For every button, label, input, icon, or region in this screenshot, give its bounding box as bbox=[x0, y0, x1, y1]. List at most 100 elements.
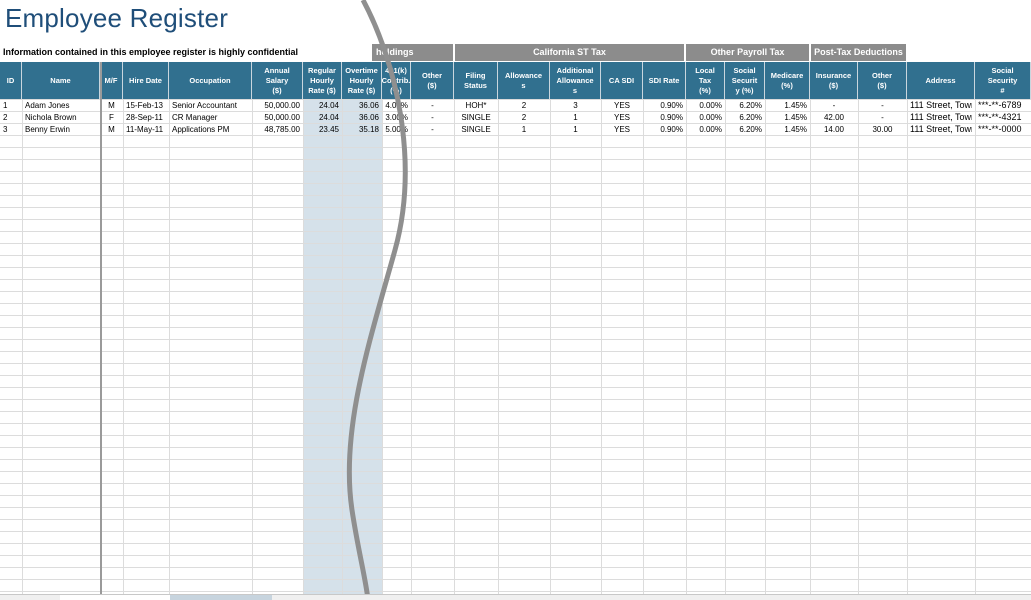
cell-other2[interactable]: - bbox=[861, 100, 904, 111]
cell-hire[interactable]: 15-Feb-13 bbox=[126, 100, 166, 111]
column-header-rate[interactable]: Regular Hourly Rate ($) bbox=[303, 62, 342, 99]
cell-filing[interactable]: SINGLE bbox=[457, 112, 495, 123]
cell-casdi[interactable]: YES bbox=[604, 112, 640, 123]
cell-occ[interactable]: Senior Accountant bbox=[172, 100, 249, 111]
cell-allow[interactable]: 2 bbox=[501, 112, 547, 123]
cell-k401[interactable]: 5.00% bbox=[385, 124, 408, 135]
row-gridline bbox=[0, 567, 1031, 568]
column-header-hire[interactable]: Hire Date bbox=[123, 62, 169, 99]
cell-ot[interactable]: 36.06 bbox=[345, 100, 379, 111]
cell-id[interactable]: 2 bbox=[3, 112, 19, 123]
column-header-addallow[interactable]: Additional Allowance s bbox=[550, 62, 601, 99]
cell-ot[interactable]: 36.06 bbox=[345, 112, 379, 123]
cell-k401[interactable]: 4.00% bbox=[385, 100, 408, 111]
cell-other1[interactable]: - bbox=[414, 124, 451, 135]
cell-sdirate[interactable]: 0.90% bbox=[646, 112, 683, 123]
cell-rate[interactable]: 24.04 bbox=[306, 100, 339, 111]
cell-medicare[interactable]: 1.45% bbox=[768, 100, 807, 111]
cell-ss[interactable]: 6.20% bbox=[728, 112, 762, 123]
spreadsheet[interactable]: Employee Register Information contained … bbox=[0, 0, 1031, 600]
cell-medicare[interactable]: 1.45% bbox=[768, 124, 807, 135]
column-header-salary[interactable]: Annual Salary ($) bbox=[252, 62, 303, 99]
cell-sdirate[interactable]: 0.90% bbox=[646, 100, 683, 111]
column-header-ssn[interactable]: Social Security # bbox=[975, 62, 1031, 99]
cell-allow[interactable]: 2 bbox=[501, 100, 547, 111]
column-header-allow[interactable]: Allowance s bbox=[498, 62, 550, 99]
cell-addallow[interactable]: 1 bbox=[553, 124, 598, 135]
cell-salary[interactable]: 50,000.00 bbox=[255, 112, 300, 123]
cell-ssn[interactable]: ***-**-0000 bbox=[978, 124, 1028, 135]
cell-mf[interactable]: F bbox=[103, 112, 120, 123]
cell-ss[interactable]: 6.20% bbox=[728, 100, 762, 111]
column-header-other2[interactable]: Other ($) bbox=[858, 62, 907, 99]
column-header-addr[interactable]: Address bbox=[907, 62, 975, 99]
cell-id[interactable]: 1 bbox=[3, 100, 19, 111]
cell-other2[interactable]: - bbox=[861, 112, 904, 123]
cell-sdirate[interactable]: 0.90% bbox=[646, 124, 683, 135]
column-header-other1[interactable]: Other ($) bbox=[411, 62, 454, 99]
cell-occ[interactable]: CR Manager bbox=[172, 112, 249, 123]
column-header-local[interactable]: Local Tax (%) bbox=[686, 62, 725, 99]
column-gridline bbox=[123, 99, 124, 600]
cell-rate[interactable]: 24.04 bbox=[306, 112, 339, 123]
cell-rate[interactable]: 23.45 bbox=[306, 124, 339, 135]
sheet-tab[interactable] bbox=[170, 595, 272, 600]
cell-ins[interactable]: 14.00 bbox=[813, 124, 855, 135]
column-gridline bbox=[765, 99, 766, 600]
cell-name[interactable]: Benny Erwin bbox=[25, 124, 97, 135]
cell-addr[interactable]: 111 Street, Town bbox=[910, 112, 972, 123]
cell-casdi[interactable]: YES bbox=[604, 124, 640, 135]
cell-casdi[interactable]: YES bbox=[604, 100, 640, 111]
cell-addr[interactable]: 111 Street, Town bbox=[910, 124, 972, 135]
cell-ot[interactable]: 35.18 bbox=[345, 124, 379, 135]
cell-name[interactable]: Nichola Brown bbox=[25, 112, 97, 123]
cell-local[interactable]: 0.00% bbox=[689, 124, 722, 135]
sheet-tab[interactable] bbox=[60, 595, 170, 600]
row-gridline bbox=[0, 543, 1031, 544]
cell-ins[interactable]: 42.00 bbox=[813, 112, 855, 123]
row-gridline bbox=[0, 459, 1031, 460]
cell-id[interactable]: 3 bbox=[3, 124, 19, 135]
cell-mf[interactable]: M bbox=[103, 100, 120, 111]
cell-k401[interactable]: 3.00% bbox=[385, 112, 408, 123]
cell-local[interactable]: 0.00% bbox=[689, 100, 722, 111]
row-gridline bbox=[0, 315, 1031, 316]
cell-ins[interactable]: - bbox=[813, 100, 855, 111]
cell-other1[interactable]: - bbox=[414, 100, 451, 111]
column-header-medicare[interactable]: Medicare (%) bbox=[765, 62, 810, 99]
cell-hire[interactable]: 28-Sep-11 bbox=[126, 112, 166, 123]
column-header-name[interactable]: Name bbox=[22, 62, 100, 99]
column-header-casdi[interactable]: CA SDI bbox=[601, 62, 643, 99]
column-header-id[interactable]: ID bbox=[0, 62, 22, 99]
cell-medicare[interactable]: 1.45% bbox=[768, 112, 807, 123]
cell-allow[interactable]: 1 bbox=[501, 124, 547, 135]
cell-local[interactable]: 0.00% bbox=[689, 112, 722, 123]
cell-addallow[interactable]: 3 bbox=[553, 100, 598, 111]
column-header-k401[interactable]: 401(k) Contrib. (%) bbox=[382, 62, 411, 99]
group-header-withholdings: holdings bbox=[372, 44, 454, 61]
cell-addr[interactable]: 111 Street, Town bbox=[910, 100, 972, 111]
cell-ss[interactable]: 6.20% bbox=[728, 124, 762, 135]
cell-other1[interactable]: - bbox=[414, 112, 451, 123]
cell-filing[interactable]: HOH* bbox=[457, 100, 495, 111]
column-header-sdirate[interactable]: SDI Rate bbox=[643, 62, 686, 99]
column-gridline bbox=[601, 99, 602, 600]
cell-addallow[interactable]: 1 bbox=[553, 112, 598, 123]
cell-salary[interactable]: 50,000.00 bbox=[255, 100, 300, 111]
column-header-ins[interactable]: Insurance ($) bbox=[810, 62, 858, 99]
column-header-ot[interactable]: Overtime Hourly Rate ($) bbox=[342, 62, 382, 99]
column-header-mf[interactable]: M/F bbox=[100, 62, 123, 99]
column-header-occ[interactable]: Occupation bbox=[169, 62, 252, 99]
cell-ssn[interactable]: ***-**-6789 bbox=[978, 100, 1028, 111]
column-header-filing[interactable]: Filing Status bbox=[454, 62, 498, 99]
cell-hire[interactable]: 11-May-11 bbox=[126, 124, 166, 135]
cell-other2[interactable]: 30.00 bbox=[861, 124, 904, 135]
cell-mf[interactable]: M bbox=[103, 124, 120, 135]
cell-salary[interactable]: 48,785.00 bbox=[255, 124, 300, 135]
cell-occ[interactable]: Applications PM bbox=[172, 124, 249, 135]
cell-filing[interactable]: SINGLE bbox=[457, 124, 495, 135]
frozen-pane-divider[interactable] bbox=[100, 62, 102, 600]
column-header-ss[interactable]: Social Securit y (%) bbox=[725, 62, 765, 99]
cell-ssn[interactable]: ***-**-4321 bbox=[978, 112, 1028, 123]
cell-name[interactable]: Adam Jones bbox=[25, 100, 97, 111]
